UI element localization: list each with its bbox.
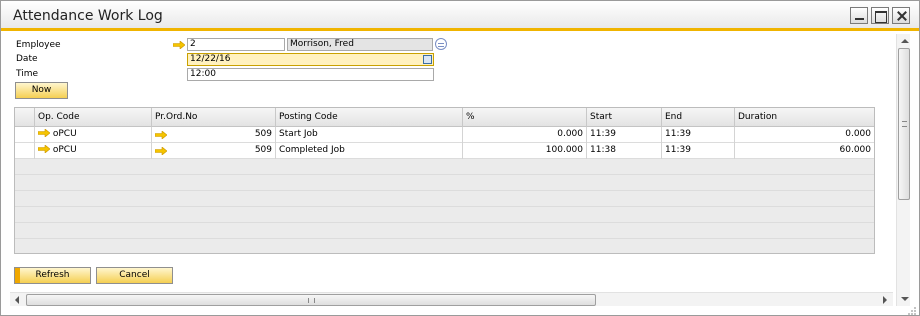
column-header-op-code[interactable]: Op. Code — [35, 108, 152, 127]
posting-code-cell: Completed Job — [276, 143, 463, 159]
posting-code-cell: Start Job — [276, 127, 463, 143]
column-header-start[interactable]: Start — [587, 108, 662, 127]
empty-row[interactable] — [15, 239, 874, 253]
horizontal-scroll-thumb[interactable] — [26, 294, 596, 306]
table-row[interactable]: oPCU 509 Completed Job 100.000 11:38 11:… — [15, 143, 874, 159]
vertical-scrollbar[interactable] — [896, 34, 910, 306]
calendar-icon[interactable] — [423, 55, 432, 64]
now-button-label: Now — [31, 85, 52, 95]
link-arrow-icon[interactable] — [173, 41, 185, 49]
refresh-button[interactable]: Refresh — [14, 267, 91, 284]
grid-header: Op. Code Pr.Ord.No Posting Code % Start … — [15, 108, 874, 127]
start-cell: 11:38 — [587, 143, 662, 159]
column-header-percent[interactable]: % — [463, 108, 587, 127]
horizontal-scrollbar[interactable] — [10, 292, 893, 306]
percent-cell: 100.000 — [463, 143, 587, 159]
link-arrow-icon[interactable] — [155, 147, 167, 155]
link-arrow-icon[interactable] — [155, 131, 167, 139]
close-button[interactable] — [892, 7, 910, 24]
pr-ord-no-cell: 509 — [152, 127, 276, 143]
button-accent — [15, 268, 20, 283]
column-header-posting-code[interactable]: Posting Code — [276, 108, 463, 127]
attendance-work-log-window: Attendance Work Log Employee 2 Morrison,… — [0, 0, 920, 316]
row-selector[interactable] — [15, 127, 35, 143]
op-code-cell: oPCU — [35, 143, 152, 159]
row-selector-header — [15, 108, 35, 127]
link-arrow-icon[interactable] — [37, 128, 51, 138]
end-cell: 11:39 — [662, 127, 735, 143]
maximize-button[interactable] — [871, 7, 889, 24]
duration-cell: 0.000 — [735, 127, 874, 143]
choose-from-list-icon[interactable] — [435, 38, 447, 50]
cancel-button-label: Cancel — [119, 270, 150, 280]
cancel-button[interactable]: Cancel — [96, 267, 173, 284]
empty-row[interactable] — [15, 223, 874, 239]
duration-cell: 60.000 — [735, 143, 874, 159]
refresh-button-label: Refresh — [35, 270, 70, 280]
now-button[interactable]: Now — [15, 82, 68, 99]
percent-cell: 0.000 — [463, 127, 587, 143]
scroll-left-arrow-icon[interactable] — [15, 296, 19, 304]
pr-ord-no-cell: 509 — [152, 143, 276, 159]
date-field[interactable]: 12/22/16 — [187, 53, 434, 66]
start-cell: 11:39 — [587, 127, 662, 143]
resize-grip-icon[interactable] — [907, 306, 917, 315]
column-header-end[interactable]: End — [662, 108, 735, 127]
op-code-value: oPCU — [52, 129, 77, 139]
time-label: Time — [16, 69, 39, 79]
op-code-value: oPCU — [52, 145, 77, 155]
empty-row[interactable] — [15, 175, 874, 191]
end-cell: 11:39 — [662, 143, 735, 159]
vertical-scroll-thumb[interactable] — [898, 48, 910, 200]
column-header-duration[interactable]: Duration — [735, 108, 874, 127]
empty-row[interactable] — [15, 207, 874, 223]
link-arrow-icon[interactable] — [37, 144, 51, 154]
scroll-right-arrow-icon[interactable] — [883, 296, 887, 304]
pr-ord-no-value: 509 — [254, 129, 272, 139]
time-field[interactable]: 12:00 — [187, 68, 434, 81]
op-code-cell: oPCU — [35, 127, 152, 143]
table-row[interactable]: oPCU 509 Start Job 0.000 11:39 11:39 0.0… — [15, 127, 874, 143]
employee-label: Employee — [16, 40, 61, 50]
date-value: 12/22/16 — [190, 54, 231, 64]
grip-icon — [308, 298, 315, 303]
work-log-grid: Op. Code Pr.Ord.No Posting Code % Start … — [14, 107, 875, 254]
row-selector[interactable] — [15, 143, 35, 159]
employee-name-field: Morrison, Fred — [287, 38, 433, 51]
column-header-pr-ord-no[interactable]: Pr.Ord.No — [152, 108, 276, 127]
grip-icon — [902, 121, 907, 127]
date-label: Date — [16, 54, 38, 64]
employee-code-field[interactable]: 2 — [187, 38, 285, 51]
scroll-up-arrow-icon[interactable] — [901, 39, 909, 43]
window-title: Attendance Work Log — [13, 8, 163, 24]
empty-row[interactable] — [15, 191, 874, 207]
empty-row[interactable] — [15, 159, 874, 175]
title-bar[interactable]: Attendance Work Log — [1, 1, 919, 31]
minimize-button[interactable] — [850, 7, 868, 24]
pr-ord-no-value: 509 — [254, 145, 272, 155]
scroll-down-arrow-icon[interactable] — [901, 297, 909, 301]
